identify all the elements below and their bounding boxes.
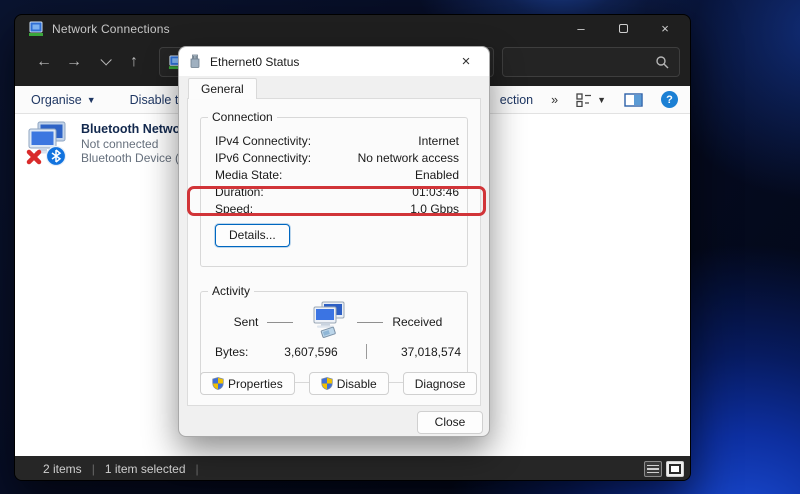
minimize-button[interactable]: – — [564, 17, 598, 41]
row-ipv4: IPv4 Connectivity:Internet — [215, 132, 461, 149]
row-media-state: Media State:Enabled — [215, 166, 461, 183]
maximize-icon — [619, 24, 628, 33]
bytes-label: Bytes: — [215, 345, 272, 359]
ethernet-adapter-icon — [189, 54, 201, 69]
uac-shield-icon — [212, 377, 224, 390]
bluetooth-network-icon — [23, 120, 71, 168]
received-label: Received — [392, 315, 442, 329]
computer-activity-icon — [302, 300, 348, 340]
general-tab-page: Connection IPv4 Connectivity:Internet IP… — [187, 98, 481, 406]
change-view-button[interactable]: ▼ — [576, 93, 606, 107]
items-count: 2 items — [43, 462, 82, 476]
dialog-close-icon[interactable]: × — [453, 51, 479, 73]
row-speed: Speed:1.0 Gbps — [215, 200, 461, 217]
row-duration: Duration:01:03:46 — [215, 183, 461, 200]
close-button[interactable]: Close — [417, 411, 483, 434]
connection-device: Bluetooth Device (Pe — [81, 151, 181, 165]
network-connections-icon — [28, 21, 44, 37]
disable-button[interactable]: Disable — [309, 372, 389, 395]
rename-connection-button[interactable]: ection — [500, 93, 533, 107]
sent-label: Sent — [234, 315, 259, 329]
organise-menu-button[interactable]: Organise ▼ — [31, 93, 96, 107]
details-button[interactable]: Details... — [215, 224, 290, 247]
bytes-received-value: 37,018,574 — [392, 345, 461, 359]
activity-group: Activity Sent Received Bytes: 3,60 — [200, 291, 468, 383]
close-window-button[interactable]: × — [648, 17, 682, 41]
connection-status: Not connected — [81, 137, 181, 151]
view-options-icon — [576, 93, 592, 107]
maximize-button[interactable] — [606, 17, 640, 41]
row-ipv6: IPv6 Connectivity:No network access — [215, 149, 461, 166]
title-bar: Network Connections – × — [15, 15, 690, 42]
uac-shield-icon — [321, 377, 333, 390]
red-x-icon — [29, 152, 39, 162]
dialog-title-bar: Ethernet0 Status × — [179, 47, 489, 76]
details-view-icon[interactable] — [644, 461, 662, 477]
toolbar-overflow-chevron-icon[interactable]: » — [551, 93, 558, 107]
chevron-down-icon: ▼ — [597, 95, 606, 105]
preview-pane-icon[interactable] — [624, 93, 643, 107]
diagnose-button[interactable]: Diagnose — [403, 372, 478, 395]
window-title: Network Connections — [52, 22, 170, 36]
list-item-bluetooth-connection[interactable]: Bluetooth Network C Not connected Blueto… — [23, 120, 181, 168]
up-icon[interactable]: ↑ — [119, 53, 149, 71]
forward-icon[interactable]: → — [59, 53, 89, 71]
help-button[interactable]: ? — [661, 91, 678, 108]
bytes-sent-value: 3,607,596 — [272, 345, 337, 359]
connection-name: Bluetooth Network C — [81, 122, 181, 137]
search-icon — [655, 55, 669, 69]
properties-button[interactable]: Properties — [200, 372, 295, 395]
back-icon[interactable]: ← — [29, 53, 59, 71]
connection-heading: Connection — [208, 110, 277, 124]
ethernet-status-dialog: Ethernet0 Status × General Connection IP… — [178, 46, 490, 437]
search-input[interactable] — [502, 47, 680, 77]
dialog-title: Ethernet0 Status — [210, 55, 299, 69]
chevron-down-icon: ▼ — [87, 95, 96, 105]
dialog-footer: Close — [179, 406, 489, 437]
selected-count: 1 item selected — [105, 462, 186, 476]
status-bar: 2 items | 1 item selected | — [15, 456, 690, 481]
tab-strip: General — [179, 76, 489, 98]
activity-heading: Activity — [208, 284, 254, 298]
recent-locations-chevron-icon[interactable] — [100, 54, 111, 65]
connection-group: Connection IPv4 Connectivity:Internet IP… — [200, 117, 468, 267]
tab-general[interactable]: General — [188, 78, 257, 99]
large-icons-view-icon[interactable] — [666, 461, 684, 477]
